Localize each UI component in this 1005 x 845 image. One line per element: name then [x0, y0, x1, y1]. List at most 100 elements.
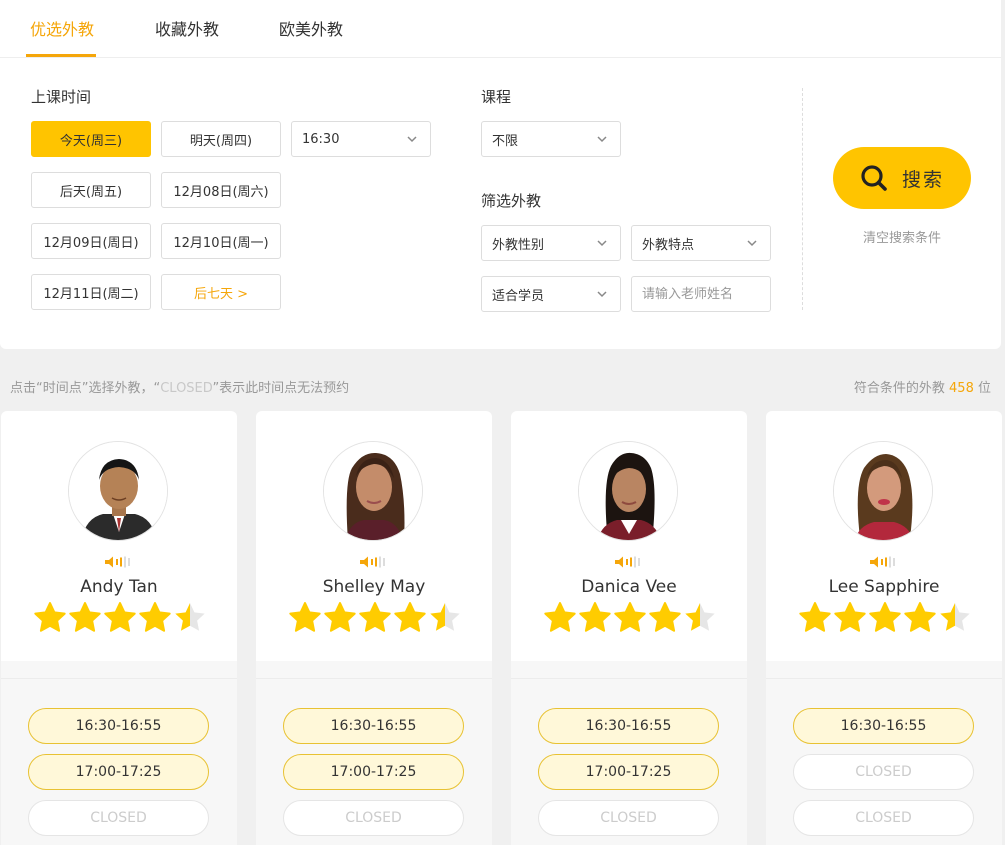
time-select-value: 16:30	[302, 131, 340, 147]
gender-select-value: 外教性别	[492, 237, 545, 253]
star-icon	[69, 602, 101, 632]
time-slot[interactable]: 17:00-17:25	[283, 754, 464, 790]
audio-icon[interactable]	[613, 555, 643, 569]
teacher-name[interactable]: Danica Vee	[511, 577, 747, 597]
star-icon	[34, 602, 66, 632]
day-button-day-after[interactable]: 后天(周五)	[31, 172, 151, 208]
result-count-number: 458	[949, 381, 974, 396]
time-slot[interactable]: 17:00-17:25	[28, 754, 209, 790]
half-star-icon	[685, 603, 715, 631]
tab-favorites[interactable]: 收藏外教	[155, 16, 219, 40]
audio-icon[interactable]	[868, 555, 898, 569]
half-star-icon	[430, 603, 460, 631]
result-count: 符合条件的外教 458 位	[854, 377, 991, 396]
hint-suffix: ”表示此时间点无法预约	[212, 381, 350, 396]
teacher-name[interactable]: Andy Tan	[1, 577, 237, 597]
next-seven-days-button[interactable]: 后七天 >	[161, 274, 281, 310]
teacher-filter-title: 筛选外教	[481, 192, 542, 210]
time-slot-closed: CLOSED	[28, 800, 209, 836]
tab-preferred[interactable]: 优选外教	[30, 16, 94, 40]
teacher-card: Shelley May 16:30-16:55 17:00-17:25 CLOS…	[256, 411, 492, 845]
avatar-portrait	[834, 442, 932, 540]
chevron-down-icon	[747, 240, 757, 247]
teacher-name[interactable]: Shelley May	[256, 577, 492, 597]
gender-select[interactable]: 外教性别	[481, 225, 621, 261]
teacher-avatar[interactable]	[323, 441, 423, 541]
star-icon	[104, 602, 136, 632]
time-slot[interactable]: 16:30-16:55	[793, 708, 974, 744]
tab-bar: 优选外教 收藏外教 欧美外教	[0, 0, 1001, 58]
half-star-icon	[175, 603, 205, 631]
star-icon	[289, 602, 321, 632]
teacher-card: Andy Tan 16:30-16:55 17:00-17:25 CLOSED	[1, 411, 237, 845]
time-slot[interactable]: 17:00-17:25	[538, 754, 719, 790]
star-icon	[359, 602, 391, 632]
hint-closed-word: CLOSED	[160, 381, 213, 396]
student-select[interactable]: 适合学员	[481, 276, 621, 312]
course-select-value: 不限	[492, 133, 519, 149]
filter-panel: 优选外教 收藏外教 欧美外教 上课时间 今天(周三) 明天(周四) 16:30 …	[0, 0, 1001, 349]
class-time-title: 上课时间	[31, 88, 92, 106]
panel-divider	[802, 88, 803, 310]
star-rating	[289, 602, 460, 632]
time-slot[interactable]: 16:30-16:55	[538, 708, 719, 744]
booking-hint: 点击“时间点”选择外教，“CLOSED”表示此时间点无法预约	[10, 377, 349, 396]
time-slot-closed: CLOSED	[793, 754, 974, 790]
feature-select[interactable]: 外教特点	[631, 225, 771, 261]
star-rating	[799, 602, 970, 632]
time-select[interactable]: 16:30	[291, 121, 431, 157]
course-title: 课程	[481, 88, 512, 106]
star-icon	[904, 602, 936, 632]
day-button-dec10[interactable]: 12月10日(周一)	[161, 223, 281, 259]
feature-select-value: 外教特点	[642, 237, 695, 253]
day-button-tomorrow[interactable]: 明天(周四)	[161, 121, 281, 157]
teacher-card: Danica Vee 16:30-16:55 17:00-17:25 CLOSE…	[511, 411, 747, 845]
star-icon	[834, 602, 866, 632]
teacher-avatar[interactable]	[833, 441, 933, 541]
star-icon	[139, 602, 171, 632]
card-divider	[1, 678, 237, 679]
time-slot[interactable]: 16:30-16:55	[283, 708, 464, 744]
search-button[interactable]: 搜索	[833, 147, 971, 209]
course-select[interactable]: 不限	[481, 121, 621, 157]
day-button-dec08[interactable]: 12月08日(周六)	[161, 172, 281, 208]
time-slot-closed: CLOSED	[538, 800, 719, 836]
teacher-name-input[interactable]	[631, 276, 771, 312]
avatar-portrait	[324, 442, 422, 540]
time-slot[interactable]: 16:30-16:55	[28, 708, 209, 744]
card-divider	[766, 678, 1002, 679]
teacher-card: Lee Sapphire 16:30-16:55 CLOSED CLOSED	[766, 411, 1002, 845]
chevron-down-icon	[597, 240, 607, 247]
half-star-icon	[940, 603, 970, 631]
day-button-today[interactable]: 今天(周三)	[31, 121, 151, 157]
teacher-avatar[interactable]	[578, 441, 678, 541]
star-icon	[544, 602, 576, 632]
search-icon	[861, 165, 887, 191]
star-icon	[799, 602, 831, 632]
hint-prefix: 点击“时间点”选择外教，“	[10, 381, 161, 396]
tab-western[interactable]: 欧美外教	[279, 16, 343, 40]
avatar-portrait	[69, 442, 167, 540]
star-icon	[869, 602, 901, 632]
teacher-avatar[interactable]	[68, 441, 168, 541]
card-divider	[256, 678, 492, 679]
star-icon	[614, 602, 646, 632]
teacher-name[interactable]: Lee Sapphire	[766, 577, 1002, 597]
day-button-dec11[interactable]: 12月11日(周二)	[31, 274, 151, 310]
search-button-label: 搜索	[901, 168, 944, 191]
star-icon	[394, 602, 426, 632]
star-rating	[544, 602, 715, 632]
chevron-down-icon	[597, 136, 607, 143]
star-rating	[34, 602, 205, 632]
chevron-down-icon	[407, 136, 417, 143]
time-slot-closed: CLOSED	[283, 800, 464, 836]
clear-search-link[interactable]: 清空搜索条件	[833, 227, 971, 246]
student-select-value: 适合学员	[492, 288, 545, 304]
audio-icon[interactable]	[103, 555, 133, 569]
result-count-suffix: 位	[973, 381, 991, 396]
chevron-down-icon	[597, 291, 607, 298]
day-button-dec09[interactable]: 12月09日(周日)	[31, 223, 151, 259]
audio-icon[interactable]	[358, 555, 388, 569]
card-divider	[511, 678, 747, 679]
time-slot-closed: CLOSED	[793, 800, 974, 836]
